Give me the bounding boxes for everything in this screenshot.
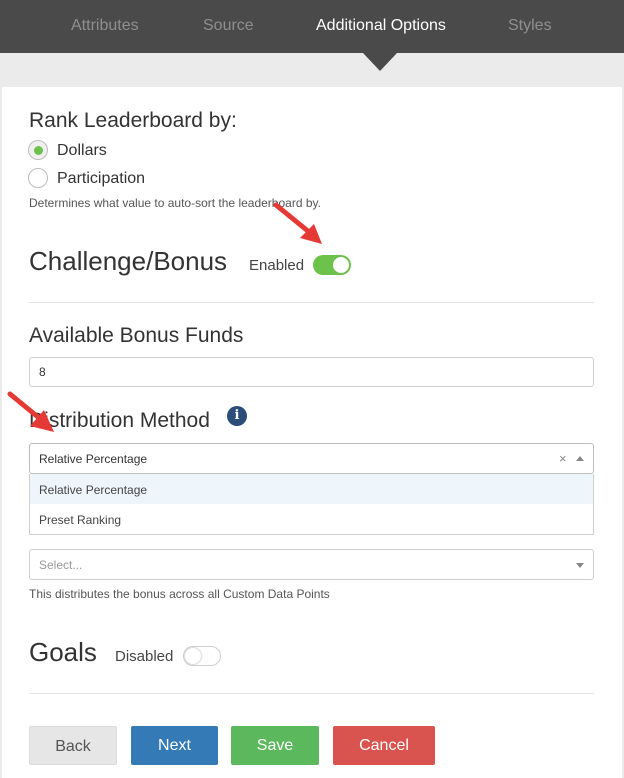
cancel-button[interactable]: Cancel	[333, 726, 435, 765]
goals-title: Goals	[29, 637, 97, 667]
challenge-bonus-title: Challenge/Bonus	[29, 246, 228, 276]
toggle-knob	[185, 648, 201, 664]
bonus-funds-label: Available Bonus Funds	[29, 324, 244, 347]
distribute-help-text: This distributes the bonus across all Cu…	[29, 587, 330, 601]
goals-toggle-label: Disabled	[115, 648, 174, 665]
challenge-toggle-label: Enabled	[249, 257, 305, 274]
tab-styles[interactable]: Styles	[508, 17, 552, 35]
header-divider-bar	[0, 53, 624, 87]
radio-participation-label[interactable]: Participation	[57, 170, 145, 188]
chevron-down-icon	[576, 563, 584, 568]
tab-attributes[interactable]: Attributes	[71, 17, 139, 35]
rank-leaderboard-title: Rank Leaderboard by:	[29, 109, 237, 132]
distribution-selected-value: Relative Percentage	[39, 452, 148, 466]
radio-dollars[interactable]	[28, 140, 48, 160]
radio-participation[interactable]	[28, 168, 48, 188]
challenge-bonus-toggle[interactable]	[313, 255, 351, 275]
chevron-up-icon[interactable]	[576, 456, 584, 461]
dropdown-option-relative-percentage[interactable]: Relative Percentage	[30, 474, 593, 504]
panel-border-left	[0, 87, 2, 778]
distribute-based-select[interactable]: Select...	[29, 549, 594, 580]
section-divider	[29, 693, 594, 694]
tab-additional-options[interactable]: Additional Options	[316, 17, 446, 35]
radio-dollars-label[interactable]: Dollars	[57, 142, 107, 160]
back-button[interactable]: Back	[29, 726, 117, 765]
section-divider	[29, 302, 594, 303]
dropdown-option-preset-ranking[interactable]: Preset Ranking	[30, 504, 593, 534]
active-tab-pointer	[363, 53, 397, 71]
top-nav: Attributes Source Additional Options Sty…	[0, 0, 624, 53]
distribute-based-placeholder: Select...	[39, 558, 83, 572]
annotation-arrow-icon	[273, 202, 322, 244]
clear-icon[interactable]: ×	[559, 451, 567, 466]
tab-source[interactable]: Source	[203, 17, 254, 35]
annotation-arrow-icon	[7, 391, 54, 432]
option-label: Preset Ranking	[39, 513, 122, 527]
bonus-funds-input[interactable]: 8	[29, 357, 594, 387]
next-button[interactable]: Next	[131, 726, 218, 765]
distribution-method-select[interactable]: Relative Percentage ×	[29, 443, 594, 474]
goals-toggle[interactable]	[183, 646, 221, 666]
save-button[interactable]: Save	[231, 726, 319, 765]
toggle-knob	[333, 257, 349, 273]
distribution-dropdown-menu: Relative Percentage Preset Ranking	[29, 474, 594, 535]
info-icon[interactable]: i	[227, 406, 247, 426]
option-label: Relative Percentage	[39, 483, 148, 497]
